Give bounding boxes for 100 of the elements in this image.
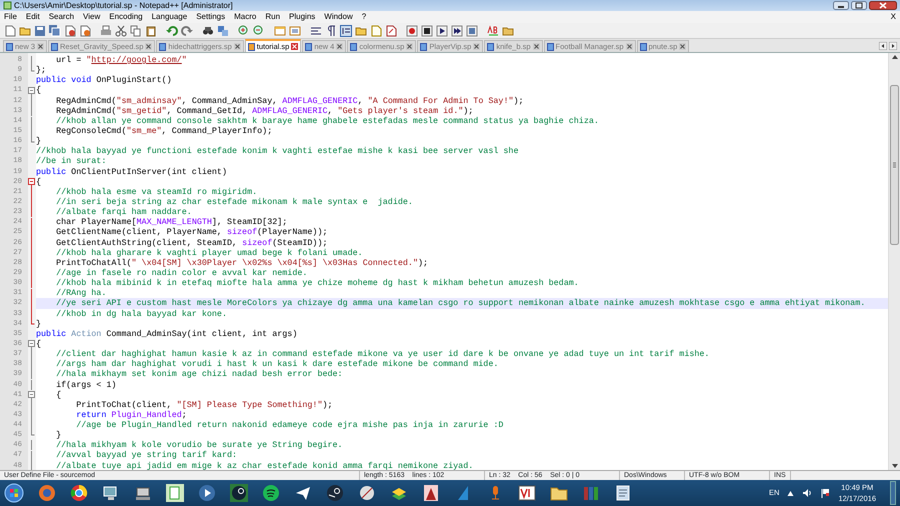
scroll-down-arrow-icon[interactable] (890, 462, 898, 470)
code-line: //hala mikhaym set konim age chizi nadad besh error bede: (55, 369, 344, 380)
menu-item[interactable]: Macro (234, 11, 256, 23)
window-icon[interactable] (289, 24, 301, 36)
zoom-in-icon[interactable] (238, 24, 250, 36)
speaker-icon[interactable] (802, 488, 812, 498)
scrollbar-thumb[interactable] (890, 85, 899, 245)
copy-icon[interactable] (130, 24, 142, 36)
close-icon[interactable] (145, 43, 152, 50)
browser-globe-icon[interactable] (38, 484, 56, 502)
code-line: }; (36, 65, 48, 76)
undo-icon[interactable] (166, 24, 178, 36)
code-line: //albate farqi ham naddare. (55, 207, 193, 218)
menu-item[interactable]: File (4, 11, 17, 23)
menu-item[interactable]: Settings (196, 11, 226, 23)
code-line: PrintToChat(client, "[SM] Please Type Something!"); (75, 400, 334, 410)
fast-forward-icon[interactable] (451, 24, 463, 36)
archive-books-icon[interactable] (582, 484, 600, 502)
lines-icon[interactable] (310, 24, 322, 36)
file-icon (420, 42, 428, 50)
code-line: //RAng ha. (55, 288, 108, 298)
window-icon[interactable] (274, 24, 286, 36)
close-icon[interactable] (406, 43, 414, 50)
app-icon (3, 1, 12, 10)
file-icon (487, 42, 494, 50)
music-icon[interactable] (262, 484, 280, 502)
code-line: //khob allan ye command console sakhtm k baraye hame ghabele estefadas mesle command status ya baghie chiza. (55, 116, 600, 126)
code-line: RegAdminCmd("sm_adminsay", Command_AdminSay, ADMFLAG_GENERIC, "A Command For Admin To Say!"); (55, 96, 525, 106)
fold-line (28, 56, 35, 66)
save-macro-icon[interactable] (466, 24, 478, 36)
start-button[interactable] (4, 483, 24, 503)
save-all-icon[interactable] (49, 24, 61, 36)
close-button[interactable] (869, 1, 897, 10)
binoculars-icon[interactable] (202, 24, 214, 36)
menu-item[interactable]: Language (152, 11, 188, 23)
code-line: //albate tuye api jadid em mige k az char estefade konid amma farqi nemikone ziyad. (55, 460, 474, 470)
paper-plane-icon[interactable] (294, 484, 312, 502)
print-icon[interactable] (100, 24, 112, 36)
scissors-icon[interactable] (115, 24, 127, 36)
menu-item[interactable]: Encoding (109, 11, 143, 23)
minimize-button[interactable] (833, 1, 849, 10)
spellcheck-icon[interactable] (487, 24, 499, 36)
code-line: PrintToChatAll(" \x04[SM] \x30Player \x02%s \x04[%s] \x03Has Connected."); (55, 258, 430, 268)
play-icon[interactable] (436, 24, 448, 36)
scroll-left-button[interactable] (879, 42, 887, 50)
close-all-icon[interactable] (79, 24, 91, 36)
zoom-out-icon[interactable] (253, 24, 265, 36)
menu-item[interactable]: Run (265, 11, 280, 23)
menu-item[interactable]: Search (48, 11, 74, 23)
up-arrow-icon[interactable] (787, 490, 794, 496)
menu-item[interactable]: View (83, 11, 100, 23)
code-line: //client dar haghighat hamun kasie k az in command estefade mikone va ye user id dare k be onvane ye adad tuye un int tarif mishe. (55, 349, 710, 360)
fold-box-icon[interactable] (28, 339, 35, 350)
save-icon[interactable] (34, 24, 46, 36)
code-line: //khob in dg hala bayyad kar kone. (55, 308, 228, 319)
media-player-icon[interactable] (198, 484, 216, 502)
code-line: GetClientAuthString(client, SteamID, sizeof(SteamID)); (55, 238, 329, 248)
menu-item[interactable]: ? (362, 11, 366, 23)
pilcrow-icon[interactable] (325, 24, 337, 36)
code-line: public void OnPluginStart() (36, 75, 173, 86)
code-line: GetClientName(client, PlayerName, sizeof(PlayerName)); (55, 227, 329, 238)
close-icon[interactable] (679, 43, 686, 50)
fold-box-icon[interactable] (28, 390, 35, 400)
replace-icon[interactable] (217, 24, 229, 36)
scroll-right-button[interactable] (889, 42, 897, 50)
paste-icon[interactable] (145, 24, 157, 36)
file-icon (305, 42, 312, 50)
code-line: { (36, 338, 42, 350)
code-line: { (55, 390, 62, 400)
indent-guide-icon[interactable] (340, 24, 352, 36)
code-line: //hala mikhyam k kole vorudio be surate ye String begire. (55, 440, 344, 450)
close-icon[interactable] (626, 43, 632, 50)
notepad-icon[interactable] (614, 484, 632, 502)
code-line: //be in surat: (36, 156, 108, 167)
code-line: public OnClientPutInServer(int client) (36, 166, 228, 177)
maximize-button[interactable] (851, 1, 867, 10)
browser-circle-icon[interactable] (70, 484, 88, 502)
close-icon[interactable] (336, 43, 344, 50)
file-icon (640, 42, 646, 50)
close-icon[interactable] (234, 43, 241, 50)
record-icon[interactable] (406, 24, 418, 36)
code-line: { (36, 85, 42, 96)
close-document-button[interactable]: X (890, 11, 896, 23)
code-line: //khob hala bayyad ye functioni estefade konim k vaghti estefae mishe k kasi bee server vasl she (36, 146, 520, 156)
redo-icon[interactable] (181, 24, 193, 36)
document-icon[interactable] (385, 24, 397, 36)
fold-box-icon[interactable] (28, 86, 35, 96)
flag-icon[interactable] (820, 488, 830, 498)
stop-icon[interactable] (421, 24, 433, 36)
close-icon[interactable] (532, 43, 540, 50)
fold-box-icon[interactable] (28, 176, 35, 187)
menu-item[interactable]: Window (324, 11, 353, 23)
close-icon[interactable] (473, 43, 480, 50)
menu-item[interactable]: Plugins (289, 11, 316, 23)
close-document-icon[interactable] (64, 24, 76, 36)
file-icon (6, 42, 13, 50)
close-icon[interactable] (37, 43, 44, 50)
menu-item[interactable]: Edit (26, 11, 40, 23)
code-line: } (55, 430, 62, 440)
scroll-up-arrow-icon[interactable] (890, 53, 898, 61)
